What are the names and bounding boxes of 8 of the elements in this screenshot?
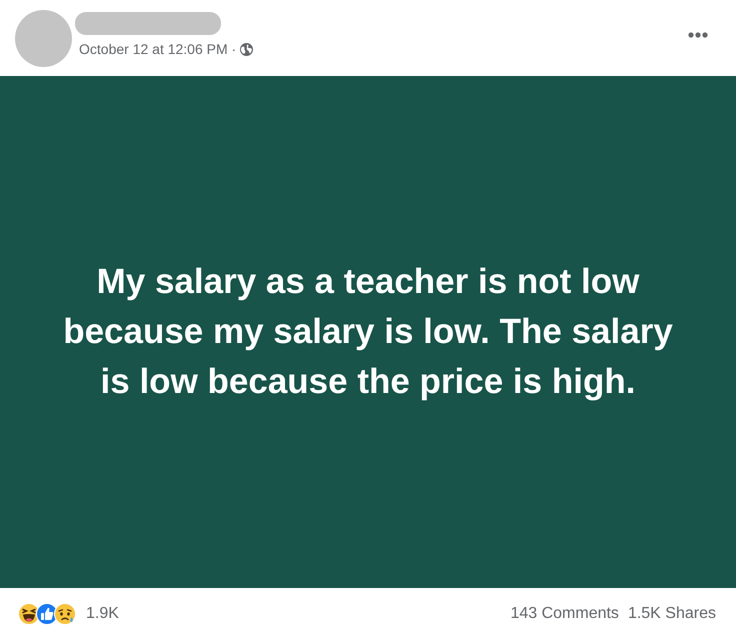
sad-face-icon[interactable] [54, 603, 76, 625]
more-icon [688, 32, 708, 38]
shares-link[interactable]: 1.5K Shares [628, 605, 716, 623]
globe-icon [240, 42, 254, 56]
reaction-count[interactable]: 1.9K [86, 605, 119, 623]
post-timestamp[interactable]: October 12 at 12:06 PM · [79, 41, 236, 57]
comments-link[interactable]: 143 Comments [510, 605, 619, 623]
post-text: My salary as a teacher is not low because my salary is low. The salary is low because the price is high. [62, 261, 674, 403]
